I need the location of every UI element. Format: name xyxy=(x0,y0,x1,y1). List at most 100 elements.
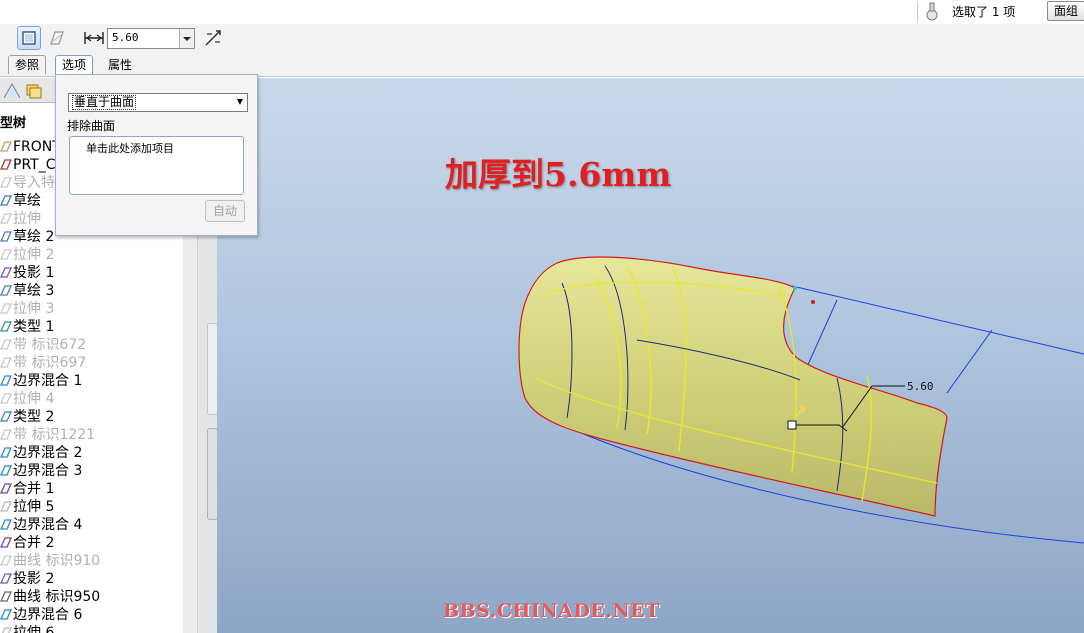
tree-item-label: 草绘 2 xyxy=(13,229,55,245)
tree-item[interactable]: 拉伸 2 xyxy=(0,246,54,264)
options-panel: 垂直于曲面 ▼ 排除曲面 单击此处添加项目 自动 xyxy=(55,74,258,236)
tree-item[interactable]: 合并 1 xyxy=(0,480,54,498)
chevron-down-icon[interactable]: ▼ xyxy=(234,95,246,108)
projection-icon xyxy=(0,267,12,278)
thickness-value: 5.60 xyxy=(112,31,139,44)
band-icon xyxy=(0,357,12,368)
top-status-bar: 选取了 1 项 面组 xyxy=(0,0,1084,24)
tree-item-label: 曲线 标识950 xyxy=(13,589,101,605)
model-tree-header: 型树 xyxy=(0,116,27,131)
remove-material-button[interactable] xyxy=(45,26,69,50)
tree-item[interactable]: 拉伸 4 xyxy=(0,390,54,408)
tree-item-label: 边界混合 1 xyxy=(13,373,83,389)
tab-references[interactable]: 参照 xyxy=(8,55,47,74)
chevron-down-icon xyxy=(183,37,191,41)
tree-item[interactable]: 曲线 标识950 xyxy=(0,588,100,606)
tree-item-label: 类型 1 xyxy=(13,319,55,335)
tree-item-label: 投影 2 xyxy=(13,571,55,587)
tree-item[interactable]: 边界混合 6 xyxy=(0,606,82,624)
merge-icon xyxy=(0,483,12,494)
tab-options[interactable]: 选项 xyxy=(55,55,94,74)
tree-item[interactable]: 草绘 2 xyxy=(0,228,54,246)
tree-item[interactable]: 带 标识1221 xyxy=(0,426,95,444)
model-tree-tab-icon[interactable] xyxy=(2,80,22,100)
tree-item-label: 草绘 3 xyxy=(13,283,55,299)
tree-item[interactable]: 拉伸 6 xyxy=(0,624,54,633)
tree-item[interactable]: 带 标识697 xyxy=(0,354,86,372)
thickness-dimension-icon xyxy=(84,32,104,44)
sketch-icon xyxy=(0,285,12,296)
extrude-icon xyxy=(2,627,12,633)
tab-properties[interactable]: 属性 xyxy=(101,55,139,74)
tree-item[interactable]: 拉伸 5 xyxy=(0,498,54,516)
reference-edge-top xyxy=(791,285,1084,355)
tree-item-label: 草绘 xyxy=(13,193,41,209)
projection-icon xyxy=(0,573,12,584)
smart-selection-icon[interactable] xyxy=(925,1,939,21)
tree-item[interactable]: 边界混合 1 xyxy=(0,372,82,390)
watermark: BBS.CHINADE.NET xyxy=(443,600,660,622)
auto-button[interactable]: 自动 xyxy=(205,200,245,222)
boundary-blend-icon xyxy=(0,447,12,458)
tree-item-label: PRT_C xyxy=(13,157,56,173)
tree-item[interactable]: 边界混合 4 xyxy=(0,516,82,534)
tree-item-label: 拉伸 3 xyxy=(13,301,55,317)
boundary-blend-icon xyxy=(0,519,12,530)
merge-icon xyxy=(0,537,12,548)
tree-item[interactable]: 拉伸 xyxy=(0,210,41,228)
tree-item[interactable]: 类型 1 xyxy=(0,318,54,336)
tree-item-label: 带 标识672 xyxy=(13,337,87,353)
tree-item[interactable]: 边界混合 2 xyxy=(0,444,82,462)
selection-filter-dropdown[interactable]: 面组 xyxy=(1047,1,1084,21)
solid-thicken-button[interactable] xyxy=(17,26,41,50)
tree-item[interactable]: PRT_C xyxy=(0,156,55,174)
tree-item-label: 拉伸 6 xyxy=(13,625,55,633)
tree-item[interactable]: 拉伸 3 xyxy=(0,300,54,318)
remove-material-icon xyxy=(50,31,64,45)
tree-item-label: 合并 2 xyxy=(13,535,55,551)
tree-item[interactable]: 带 标识672 xyxy=(0,336,86,354)
exclude-surfaces-label: 排除曲面 xyxy=(67,119,116,133)
tree-item[interactable]: 曲线 标识910 xyxy=(0,552,100,570)
tree-item[interactable]: 合并 2 xyxy=(0,534,54,552)
tree-item[interactable]: 类型 2 xyxy=(0,408,54,426)
status-separator xyxy=(917,2,918,22)
coordinate-system-icon xyxy=(0,159,12,170)
tree-item-label: 拉伸 4 xyxy=(13,391,55,407)
tree-item-label: 合并 1 xyxy=(13,481,55,497)
extrude-icon xyxy=(0,501,12,512)
boundary-blend-icon xyxy=(0,465,12,476)
type-icon xyxy=(0,411,12,422)
tree-item-label: 拉伸 xyxy=(13,211,41,227)
tree-item[interactable]: 边界混合 3 xyxy=(0,462,82,480)
drag-handle[interactable] xyxy=(787,420,797,430)
tree-item[interactable]: 草绘 3 xyxy=(0,282,54,300)
tree-item-label: 边界混合 4 xyxy=(13,517,83,533)
boundary-blend-icon xyxy=(0,609,12,620)
folder-browser-tab-icon[interactable] xyxy=(24,80,44,100)
tree-item[interactable]: 草绘 xyxy=(0,192,41,210)
thickness-dropdown-button[interactable] xyxy=(179,29,194,48)
sketch-icon xyxy=(0,231,12,242)
thickness-dimension-label[interactable]: 5.60 xyxy=(907,380,934,393)
boundary-blend-icon xyxy=(0,375,12,386)
extrude-icon xyxy=(0,393,12,404)
exclude-surfaces-placeholder: 单击此处添加项目 xyxy=(86,142,174,155)
flip-direction-icon[interactable] xyxy=(203,28,223,48)
extrude-icon xyxy=(0,249,12,260)
tree-item-label: FRONT xyxy=(13,139,61,155)
tree-item-label: 导入特 xyxy=(13,175,55,191)
tree-item[interactable]: FRONT xyxy=(0,138,61,156)
thickness-input[interactable]: 5.60 xyxy=(107,28,195,49)
tree-item[interactable]: 导入特 xyxy=(0,174,55,192)
tree-item[interactable]: 投影 2 xyxy=(0,570,54,588)
tree-item-label: 带 标识697 xyxy=(13,355,87,371)
thickened-part-model[interactable]: 5.60 xyxy=(217,78,1084,633)
tree-item-label: 投影 1 xyxy=(13,265,55,281)
tree-item[interactable]: 投影 1 xyxy=(0,264,54,282)
band-icon xyxy=(0,339,12,350)
datum-plane-icon xyxy=(0,141,12,152)
graphics-viewport[interactable]: 加厚到5.6mm 5.60 BBS.CHINADE.NET xyxy=(217,78,1084,633)
exclude-surfaces-collector[interactable]: 单击此处添加项目 xyxy=(69,136,244,195)
orientation-select[interactable]: 垂直于曲面 ▼ xyxy=(68,93,248,112)
